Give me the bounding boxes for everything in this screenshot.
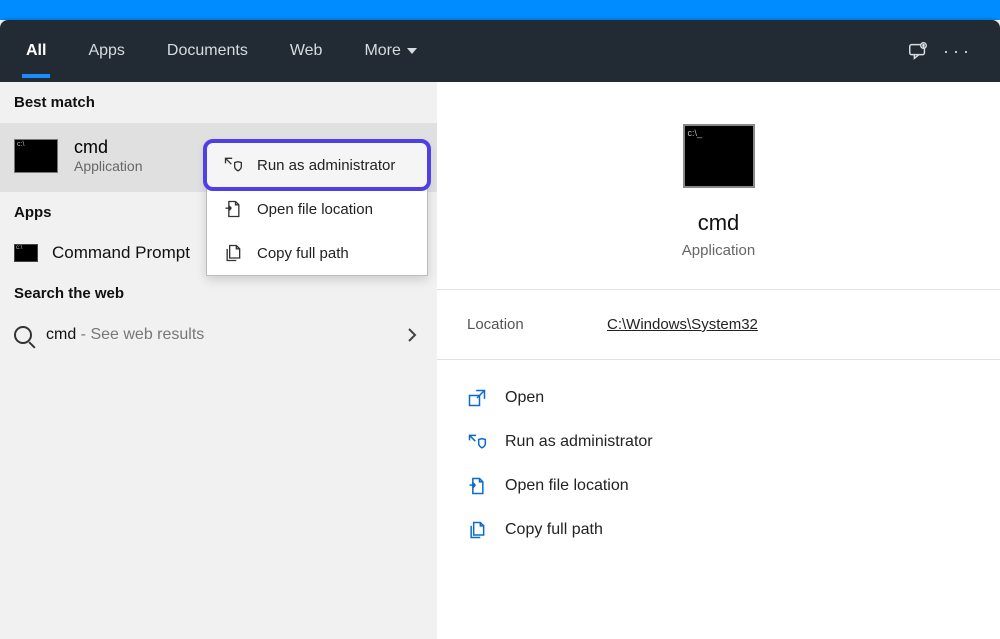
ctx-copy-full-path[interactable]: Copy full path (207, 231, 427, 275)
action-open[interactable]: Open (465, 378, 972, 418)
ctx-run-as-administrator[interactable]: Run as administrator (207, 143, 427, 187)
filter-tabbar: All Apps Documents Web More ··· (0, 20, 1000, 82)
search-icon (14, 326, 32, 344)
file-location-icon (467, 476, 487, 496)
chevron-down-icon (407, 48, 417, 54)
web-term: cmd (46, 326, 76, 343)
results-list: Best match cmd Application Apps Command … (0, 82, 437, 639)
tab-more[interactable]: More (360, 24, 420, 78)
search-panel: All Apps Documents Web More ··· Best mat… (0, 20, 1000, 639)
tab-documents[interactable]: Documents (163, 24, 252, 78)
preview-title: cmd (698, 210, 740, 236)
cmd-icon (14, 244, 38, 262)
cmd-icon (14, 139, 58, 173)
ctx-label: Run as administrator (257, 157, 395, 174)
cmd-icon (683, 124, 755, 188)
file-location-icon (223, 199, 243, 219)
action-copy-full-path[interactable]: Copy full path (465, 510, 972, 550)
context-menu: Run as administrator Open file location … (206, 142, 428, 276)
feedback-icon[interactable] (898, 40, 938, 62)
copy-icon (467, 520, 487, 540)
more-options-icon[interactable]: ··· (938, 41, 978, 62)
copy-icon (223, 243, 243, 263)
chevron-right-icon (407, 327, 417, 343)
tab-all[interactable]: All (22, 24, 50, 78)
ctx-open-file-location[interactable]: Open file location (207, 187, 427, 231)
preview-subtitle: Application (682, 242, 755, 259)
open-icon (467, 388, 487, 408)
shield-arrow-icon (223, 155, 243, 175)
best-match-subtitle: Application (74, 158, 143, 174)
action-open-file-location[interactable]: Open file location (465, 466, 972, 506)
shield-arrow-icon (467, 432, 487, 452)
web-header: Search the web (0, 273, 437, 314)
ctx-label: Open file location (257, 201, 373, 218)
location-label: Location (467, 316, 607, 333)
web-suffix: - See web results (76, 326, 204, 343)
location-row: Location C:\Windows\System32 (437, 290, 1000, 360)
action-run-as-administrator[interactable]: Run as administrator (465, 422, 972, 462)
web-result[interactable]: cmd - See web results (0, 314, 437, 356)
best-match-header: Best match (0, 82, 437, 123)
location-value[interactable]: C:\Windows\System32 (607, 316, 758, 333)
apps-result-label: Command Prompt (52, 243, 190, 263)
ctx-label: Copy full path (257, 245, 349, 262)
action-label: Run as administrator (505, 433, 653, 451)
tab-web[interactable]: Web (286, 24, 327, 78)
action-label: Copy full path (505, 521, 603, 539)
actions-list: Open Run as administrator Open file loca… (437, 360, 1000, 568)
preview-area: cmd Application (437, 82, 1000, 290)
action-label: Open file location (505, 477, 629, 495)
tab-apps[interactable]: Apps (84, 24, 128, 78)
action-label: Open (505, 389, 544, 407)
details-pane: cmd Application Location C:\Windows\Syst… (437, 82, 1000, 639)
best-match-title: cmd (74, 137, 143, 158)
